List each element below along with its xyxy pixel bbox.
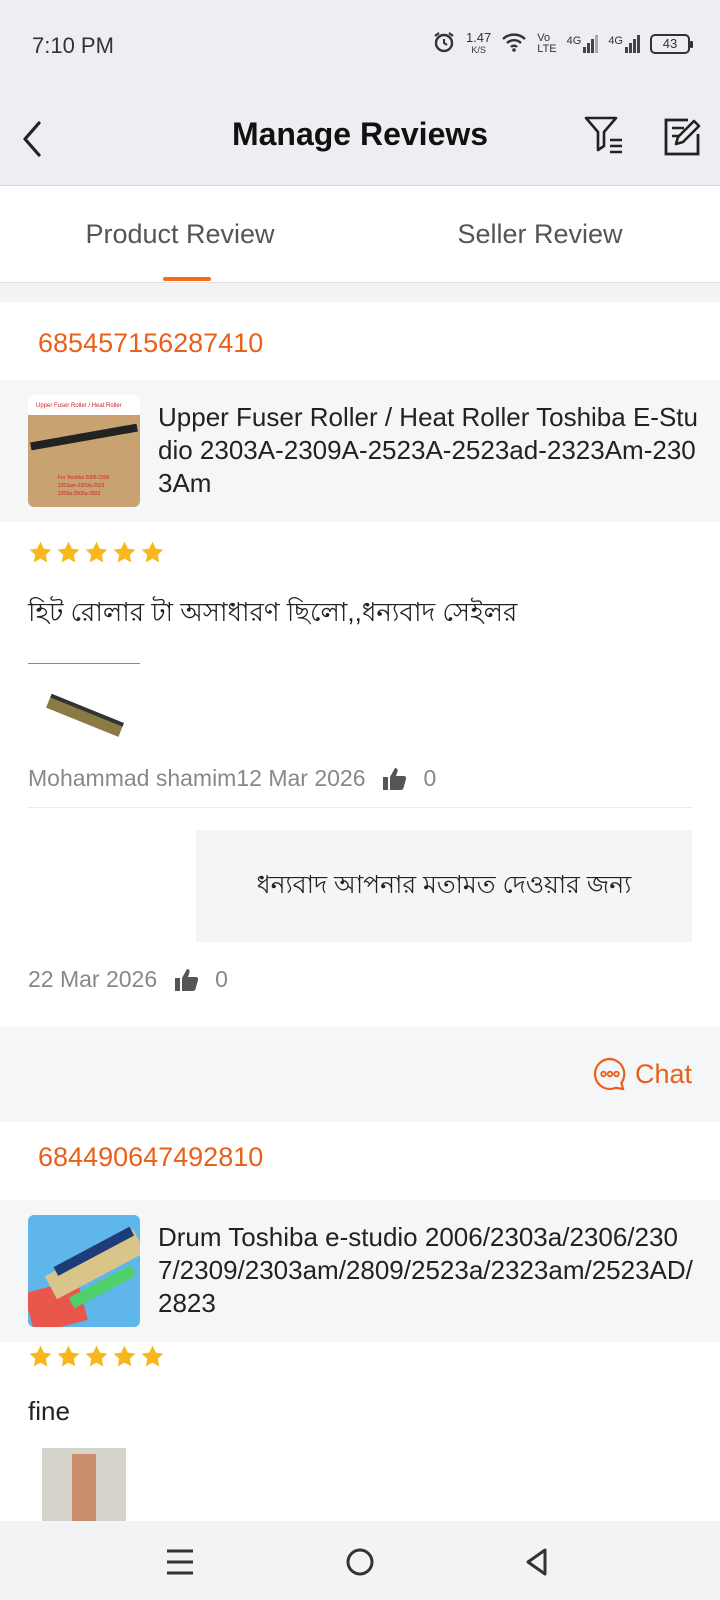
- battery-level: 43: [662, 36, 678, 51]
- review-text: হিট রোলার টা অসাধারণ ছিলো,,ধন্যবাদ সেইলর: [28, 597, 518, 627]
- status-icons: 1.47 K/S Vo LTE 4G 4G 43: [432, 29, 693, 57]
- home-circle-icon: [346, 1548, 374, 1576]
- filter-button[interactable]: [582, 114, 628, 160]
- star-rating: [28, 540, 165, 565]
- svg-text:2303am-2309a-2523: 2303am-2309a-2523: [58, 483, 105, 489]
- order-id[interactable]: 685457156287410: [38, 328, 263, 359]
- status-time: 7:10 PM: [32, 33, 114, 58]
- star-icon: [85, 1345, 108, 1367]
- svg-text:For Toshiba 2006-2306: For Toshiba 2006-2306: [58, 475, 110, 481]
- home-button[interactable]: [337, 1539, 383, 1585]
- review-card: 684490647492810 Drum Toshiba e-studio 20…: [0, 1122, 720, 1522]
- volte-top: Vo: [537, 31, 551, 44]
- back-triangle-icon: [526, 1548, 547, 1576]
- reply-meta: 22 Mar 2026 0: [28, 966, 228, 993]
- review-photo[interactable]: [40, 672, 126, 758]
- review-photo[interactable]: [42, 1448, 126, 1522]
- chat-bubble-icon: [593, 1057, 626, 1091]
- product-row[interactable]: Drum Toshiba e-studio 2006/2303a/2306/23…: [0, 1200, 720, 1342]
- star-icon: [113, 541, 136, 563]
- thumbs-up-icon[interactable]: [173, 968, 199, 992]
- star-icon: [113, 1345, 136, 1367]
- tab-seller-review[interactable]: Seller Review: [360, 186, 720, 282]
- star-icon: [85, 541, 108, 563]
- system-nav-bar: [0, 1521, 720, 1600]
- reviewer-name: Mohammad shamim: [28, 765, 237, 791]
- tab-product-review[interactable]: Product Review: [0, 186, 360, 282]
- like-count: 0: [423, 765, 437, 791]
- volte-bottom: LTE: [537, 42, 557, 55]
- review-text: fine: [28, 1396, 70, 1426]
- product-image-text: Upper Fuser Roller / Heat Roller: [36, 403, 122, 409]
- status-bar: 7:10 PM 1.47 K/S Vo LTE 4G 4G 43: [0, 0, 720, 92]
- product-image: [28, 1215, 140, 1327]
- reply-date: 22 Mar 2026: [28, 966, 158, 992]
- review-date: 12 Mar 2026: [236, 765, 366, 791]
- product-row[interactable]: Upper Fuser Roller / Heat Roller For Tos…: [0, 380, 720, 522]
- wifi-icon: [501, 31, 527, 56]
- divider: [28, 663, 140, 664]
- product-title: Upper Fuser Roller / Heat Roller Toshiba…: [158, 402, 698, 498]
- star-icon: [29, 541, 52, 563]
- product-image: Upper Fuser Roller / Heat Roller For Tos…: [28, 395, 140, 507]
- filter-icon: [584, 116, 622, 154]
- seller-reply: ধন্যবাদ আপনার মতামত দেওয়ার জন্য: [196, 830, 692, 942]
- reply-like-count: 0: [215, 966, 228, 992]
- battery-icon: 43: [650, 33, 693, 54]
- star-icon: [141, 1345, 164, 1367]
- menu-button[interactable]: [157, 1539, 203, 1585]
- svg-text:2309a-2505a-2823: 2309a-2505a-2823: [58, 491, 100, 497]
- chat-button[interactable]: Chat: [593, 1057, 692, 1091]
- review-card: 685457156287410 Upper Fuser Roller / Hea…: [0, 302, 720, 1122]
- active-tab-indicator: [163, 277, 211, 281]
- write-review-button[interactable]: [660, 114, 704, 160]
- star-icon: [57, 1345, 80, 1367]
- thumbs-up-icon[interactable]: [381, 767, 407, 791]
- star-icon: [29, 1345, 52, 1367]
- net-speed: 1.47 K/S: [465, 29, 492, 56]
- star-icon: [141, 541, 164, 563]
- back-nav-button[interactable]: [514, 1539, 560, 1585]
- divider: [28, 807, 692, 808]
- app-header: Manage Reviews: [0, 92, 720, 186]
- chat-bar: Chat: [0, 1027, 720, 1122]
- edit-note-icon: [664, 118, 701, 156]
- signal-1-label: 4G: [566, 34, 582, 47]
- star-icon: [57, 541, 80, 563]
- product-title: Drum Toshiba e-studio 2006/2303a/2306/23…: [158, 1222, 693, 1318]
- review-tabs: Product Review Seller Review: [0, 186, 720, 283]
- volte-indicator: Vo LTE: [537, 31, 557, 55]
- signal-2-icon: 4G: [608, 34, 640, 53]
- net-speed-value: 1.47: [465, 29, 492, 45]
- menu-icon: [167, 1549, 193, 1575]
- net-speed-unit: K/S: [471, 44, 486, 55]
- alarm-icon: [432, 30, 456, 57]
- star-rating: [28, 1344, 165, 1369]
- signal-2-label: 4G: [608, 34, 623, 47]
- review-meta: Mohammad shamim 12 Mar 2026 0: [28, 765, 436, 792]
- signal-1-icon: 4G: [566, 34, 599, 53]
- chat-label: Chat: [634, 1058, 692, 1089]
- order-id[interactable]: 684490647492810: [38, 1142, 263, 1173]
